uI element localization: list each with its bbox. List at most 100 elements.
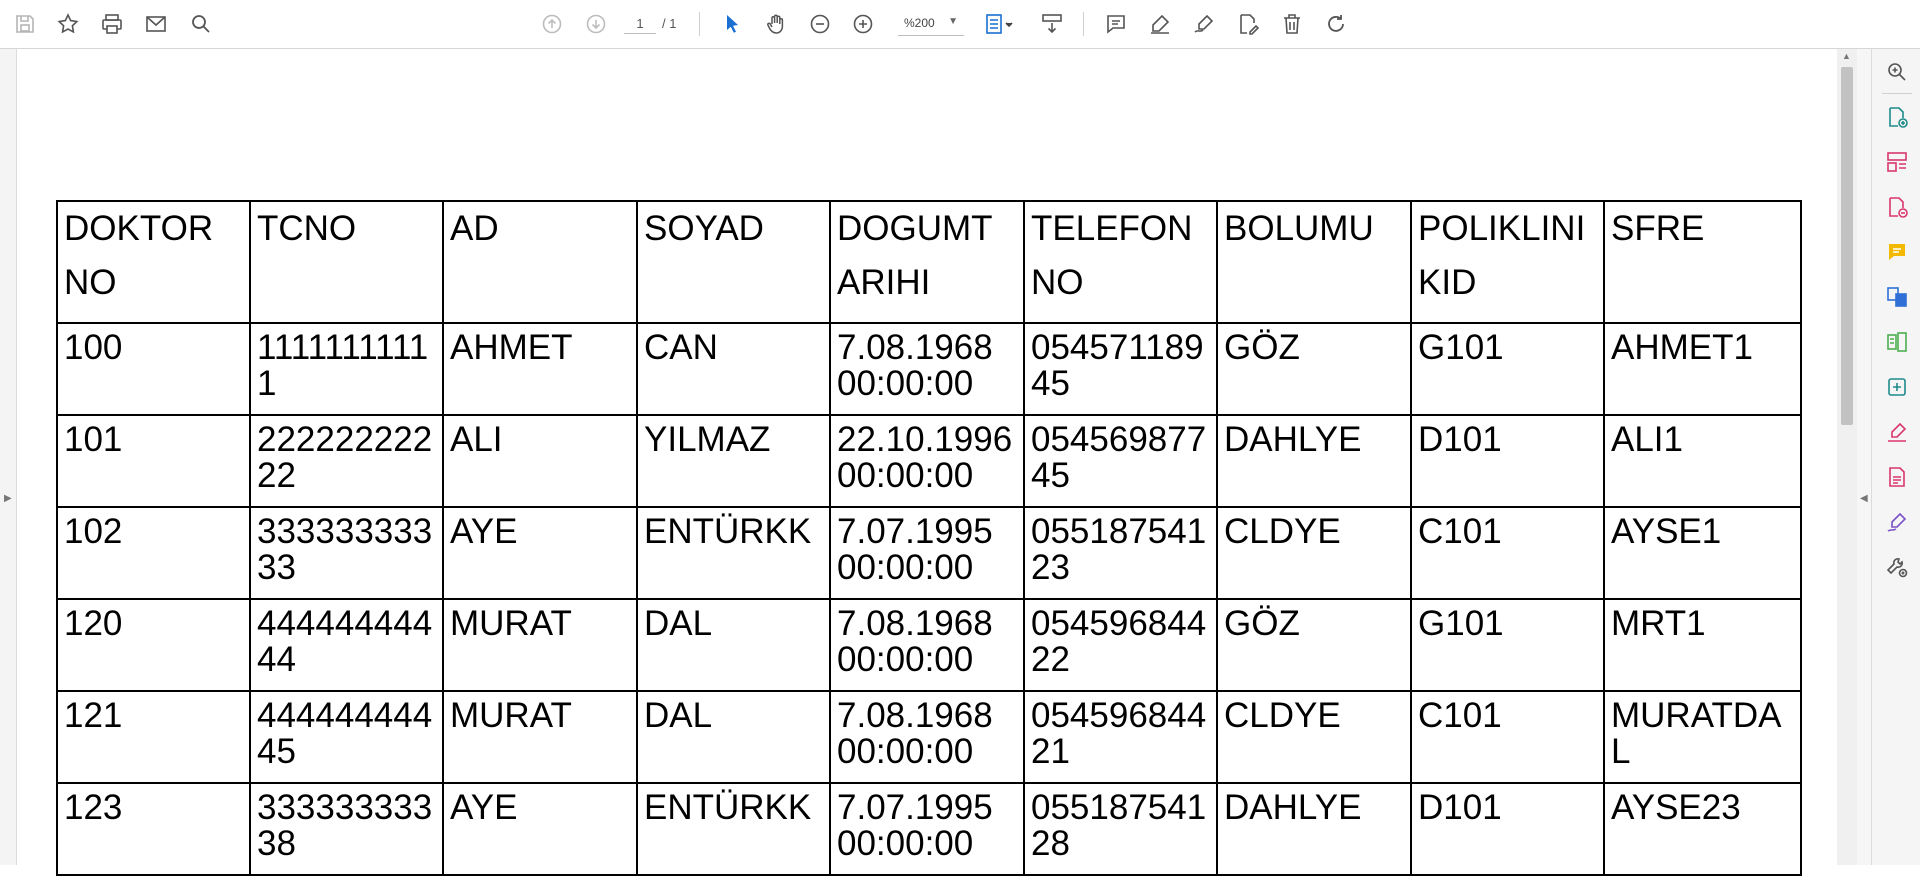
table-cell: DAL <box>636 598 831 692</box>
collapse-right-panel-icon[interactable]: ◀ <box>1860 493 1868 504</box>
table-cell: AYE <box>442 506 638 600</box>
left-panel-collapsed[interactable]: ▶ <box>0 49 17 865</box>
zoom-level-value: %200 <box>904 16 935 30</box>
table-cell: 7.08.1968 00:00:00 <box>829 322 1025 416</box>
scrollbar-thumb[interactable] <box>1841 67 1853 425</box>
table-cell: AHMET <box>442 322 638 416</box>
comment-icon[interactable] <box>1102 10 1130 38</box>
prev-page-icon[interactable] <box>538 10 566 38</box>
table-cell: 100 <box>56 322 251 416</box>
table-cell: 7.08.1968 00:00:00 <box>829 598 1025 692</box>
vertical-scrollbar[interactable]: ▲ <box>1837 49 1857 865</box>
table-cell: ALI <box>442 414 638 508</box>
compress-icon[interactable] <box>1882 327 1912 357</box>
table-cell: 05518754128 <box>1023 782 1218 876</box>
page-number-input[interactable] <box>624 13 656 34</box>
edit-icon[interactable] <box>1234 10 1262 38</box>
print-icon[interactable] <box>98 10 126 38</box>
header-cell: BOLUMU <box>1216 200 1412 324</box>
zoom-out-icon[interactable] <box>806 10 834 38</box>
table-cell: 7.07.1995 00:00:00 <box>829 506 1025 600</box>
table-cell: C101 <box>1410 690 1605 784</box>
table-cell: 33333333333 <box>249 506 444 600</box>
toolbar-divider <box>699 12 700 36</box>
header-cell: AD <box>442 200 638 324</box>
protect-icon[interactable] <box>1882 462 1912 492</box>
table-cell: AYSE1 <box>1603 506 1802 600</box>
zoom-level-dropdown[interactable]: %200 ▼ <box>898 13 964 36</box>
next-page-icon[interactable] <box>582 10 610 38</box>
header-cell: SOYAD <box>636 200 831 324</box>
top-toolbar: / 1 %200 ▼ <box>0 0 1920 49</box>
table-cell: 11111111111 <box>249 322 444 416</box>
table-cell: AHMET1 <box>1603 322 1802 416</box>
request-signature-icon[interactable] <box>1882 507 1912 537</box>
highlight-icon[interactable] <box>1146 10 1174 38</box>
scan-icon[interactable] <box>1882 372 1912 402</box>
table-cell: CLDYE <box>1216 690 1412 784</box>
table-cell: MURAT <box>442 690 638 784</box>
table-cell: 123 <box>56 782 251 876</box>
table-cell: 05518754123 <box>1023 506 1218 600</box>
select-cursor-icon[interactable] <box>718 10 746 38</box>
more-tools-icon[interactable] <box>1882 552 1912 582</box>
search-icon[interactable] <box>187 10 215 38</box>
save-icon[interactable] <box>11 10 39 38</box>
export-pdf-icon[interactable] <box>1882 192 1912 222</box>
table-cell: ENTÜRKK <box>636 782 831 876</box>
header-cell: POLIKLINI KID <box>1410 200 1605 324</box>
table-cell: CLDYE <box>1216 506 1412 600</box>
table-cell: DAHLYE <box>1216 782 1412 876</box>
combine-files-icon[interactable] <box>1882 282 1912 312</box>
header-cell: TELEFON NO <box>1023 200 1218 324</box>
table-cell: 22.10.1996 00:00:00 <box>829 414 1025 508</box>
table-cell: 120 <box>56 598 251 692</box>
table-cell: 44444444445 <box>249 690 444 784</box>
table-cell: 05459684421 <box>1023 690 1218 784</box>
table-cell: C101 <box>1410 506 1605 600</box>
table-row: 120 44444444444 MURAT DAL 7.08.1968 00:0… <box>56 598 1802 692</box>
scroll-mode-icon[interactable] <box>1038 10 1066 38</box>
table-cell: 101 <box>56 414 251 508</box>
organize-pages-icon[interactable] <box>1882 147 1912 177</box>
comment-tool-icon[interactable] <box>1882 237 1912 267</box>
toolbar-divider <box>1083 12 1084 36</box>
table-cell: 7.07.1995 00:00:00 <box>829 782 1025 876</box>
table-cell: AYSE23 <box>1603 782 1802 876</box>
panel-divider <box>1882 93 1912 94</box>
delete-icon[interactable] <box>1278 10 1306 38</box>
table-cell: AYE <box>442 782 638 876</box>
mail-icon[interactable] <box>142 10 170 38</box>
page-total: / 1 <box>662 16 677 31</box>
zoom-tool-icon[interactable] <box>1882 57 1912 87</box>
right-panel-collapse-handle[interactable]: ◀ <box>1857 49 1871 865</box>
hand-icon[interactable] <box>762 10 790 38</box>
table-row: 101 22222222222 ALI YILMAZ 22.10.1996 00… <box>56 414 1802 508</box>
table-cell: D101 <box>1410 414 1605 508</box>
table-cell: 121 <box>56 690 251 784</box>
right-tools-panel <box>1871 49 1920 865</box>
table-row: 100 11111111111 AHMET CAN 7.08.1968 00:0… <box>56 322 1802 416</box>
fit-page-icon[interactable] <box>980 10 1018 38</box>
expand-left-panel-icon[interactable]: ▶ <box>4 493 12 504</box>
fill-sign-icon[interactable] <box>1882 417 1912 447</box>
table-cell: D101 <box>1410 782 1605 876</box>
table-cell: 05459684422 <box>1023 598 1218 692</box>
table-cell: 7.08.1968 00:00:00 <box>829 690 1025 784</box>
table-cell: ENTÜRKK <box>636 506 831 600</box>
header-cell: DOKTOR NO <box>56 200 251 324</box>
zoom-in-icon[interactable] <box>849 10 877 38</box>
table-cell: 05457118945 <box>1023 322 1218 416</box>
scroll-up-icon[interactable]: ▲ <box>1842 51 1851 61</box>
rotate-icon[interactable] <box>1322 10 1350 38</box>
star-icon[interactable] <box>54 10 82 38</box>
sign-icon[interactable] <box>1190 10 1218 38</box>
table-cell: DAHLYE <box>1216 414 1412 508</box>
table-cell: GÖZ <box>1216 322 1412 416</box>
table-row: 123 33333333338 AYE ENTÜRKK 7.07.1995 00… <box>56 782 1802 876</box>
table-cell: CAN <box>636 322 831 416</box>
table-cell: MURATDAL <box>1603 690 1802 784</box>
table-cell: G101 <box>1410 598 1605 692</box>
table-cell: 22222222222 <box>249 414 444 508</box>
create-pdf-icon[interactable] <box>1882 102 1912 132</box>
